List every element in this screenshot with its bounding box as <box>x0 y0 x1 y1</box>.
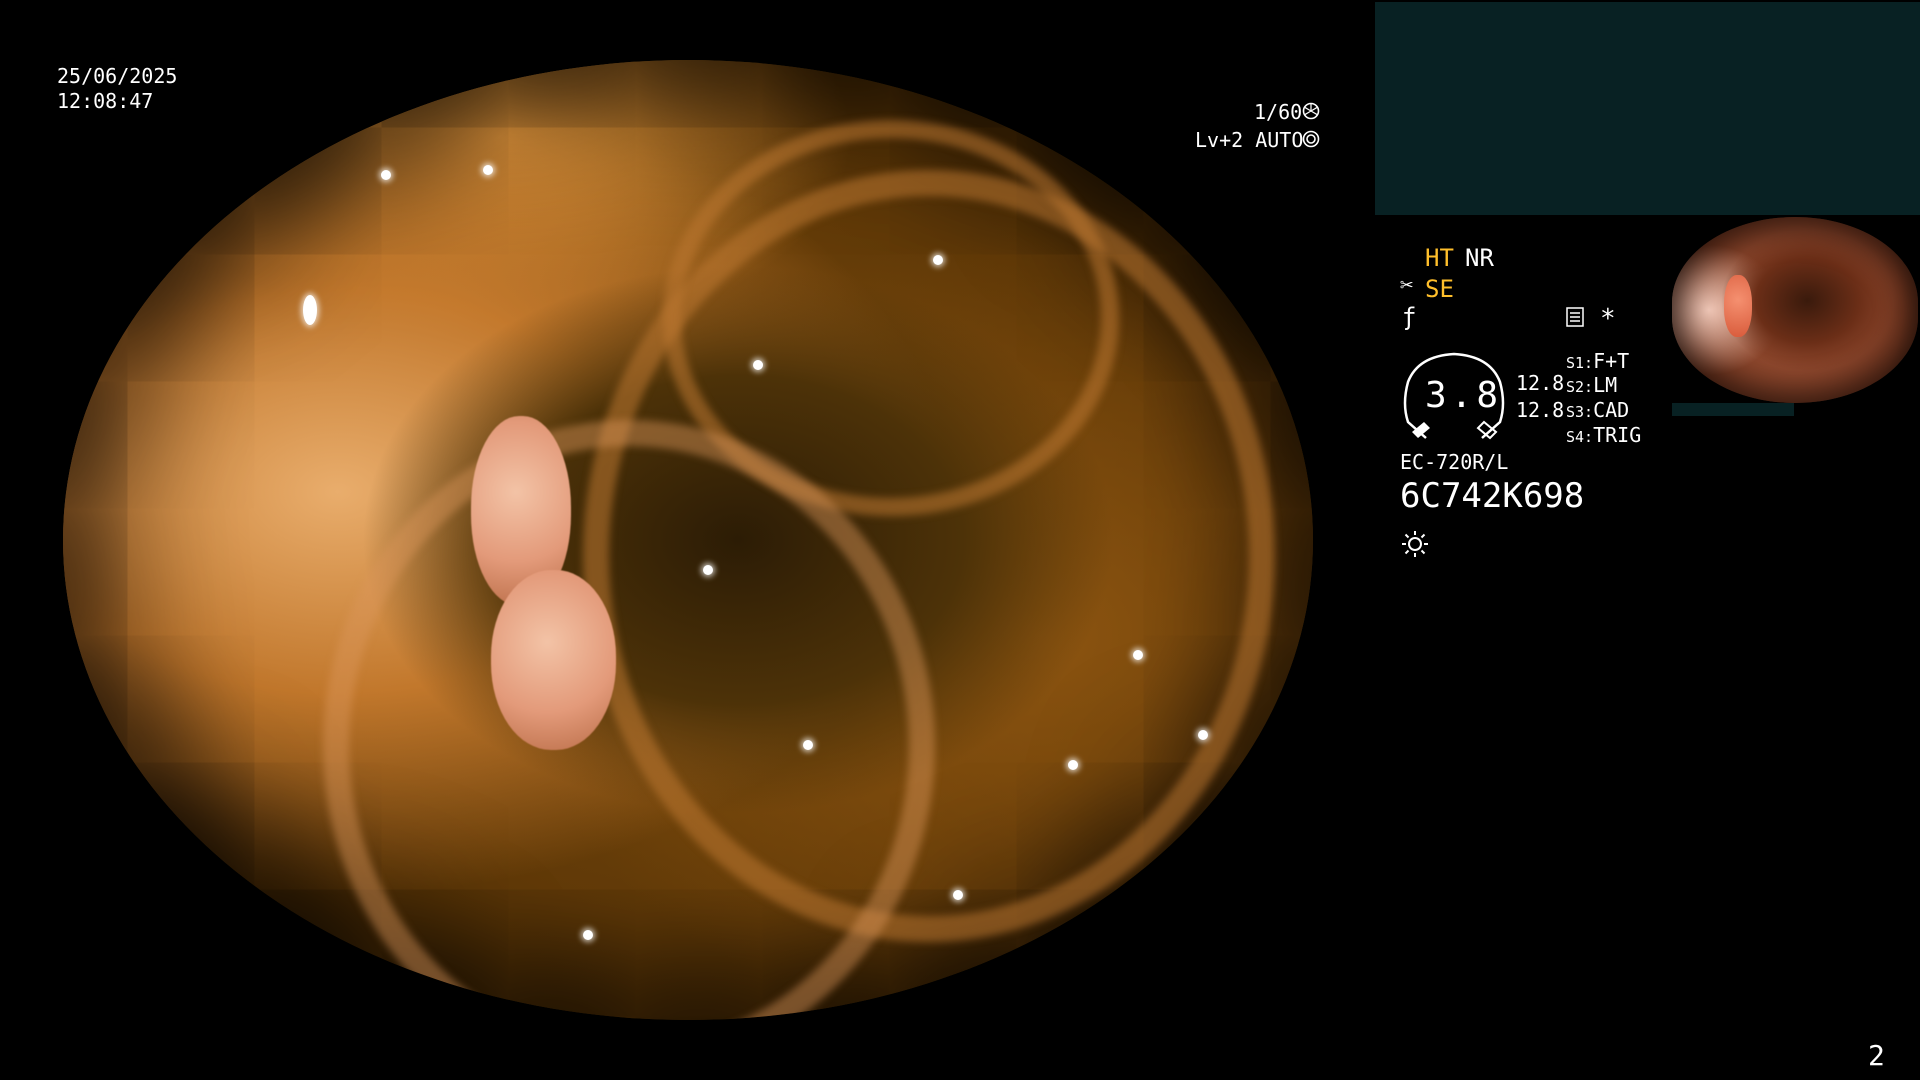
f-slash-icon: ƒ <box>1402 303 1417 331</box>
specular-highlight <box>303 295 317 325</box>
specular-highlight <box>381 170 391 180</box>
value-bottom: 12.8 <box>1516 398 1565 422</box>
auto-iris-icon <box>1302 130 1320 148</box>
document-icon <box>1566 307 1584 327</box>
switch-key: S4: <box>1566 428 1594 446</box>
switch-value: TRIG <box>1593 423 1642 447</box>
switch-value: F+T <box>1593 349 1630 373</box>
scope-model: EC-720R/L <box>1400 450 1509 474</box>
nr-indicator: NR <box>1465 244 1494 272</box>
scope-serial: 6C742K698 <box>1400 476 1585 516</box>
scissors-icon: ✂ <box>1400 273 1414 298</box>
thumbnail-bar <box>1672 403 1794 416</box>
specular-highlight <box>703 565 713 575</box>
shutter-wheel-icon <box>1302 102 1320 120</box>
asterisk-icon: * <box>1600 304 1616 334</box>
switch-3: S3:CAD <box>1566 400 1629 420</box>
specular-highlight <box>1068 760 1078 770</box>
switch-key: S2: <box>1566 378 1594 396</box>
specular-highlight <box>933 255 943 265</box>
specular-highlight <box>1133 650 1143 660</box>
switch-value: LM <box>1593 373 1618 397</box>
page-number: 2 <box>1868 1039 1885 1072</box>
polyp <box>491 570 616 750</box>
endoscope-view <box>63 60 1313 1020</box>
ht-indicator: HT <box>1425 244 1454 272</box>
gauge-value: 3.8 <box>1425 375 1503 416</box>
specular-highlight <box>1198 730 1208 740</box>
thumbnail-polyp <box>1724 275 1752 337</box>
switch-1: S1:F+T <box>1566 351 1629 371</box>
specular-highlight <box>953 890 963 900</box>
specular-highlight <box>803 740 813 750</box>
shutter-speed: 1/60 <box>1254 100 1303 124</box>
se-indicator: SE <box>1425 275 1454 303</box>
time-display: 12:08:47 <box>57 89 154 113</box>
specular-highlight <box>483 165 493 175</box>
reference-thumbnail <box>1672 217 1918 403</box>
specular-highlight <box>583 930 593 940</box>
specular-highlight <box>753 360 763 370</box>
light-sun-icon <box>1402 531 1428 557</box>
brightness-level: Lv+2 AUTO <box>1195 128 1304 152</box>
switch-key: S1: <box>1566 354 1594 372</box>
switch-2: S2:LM <box>1566 375 1617 395</box>
switch-4: S4:TRIG <box>1566 425 1641 445</box>
pip-panel <box>1375 2 1920 215</box>
value-top: 12.8 <box>1516 371 1565 395</box>
date-display: 25/06/2025 <box>57 64 178 88</box>
switch-value: CAD <box>1593 398 1630 422</box>
switch-key: S3: <box>1566 403 1594 421</box>
